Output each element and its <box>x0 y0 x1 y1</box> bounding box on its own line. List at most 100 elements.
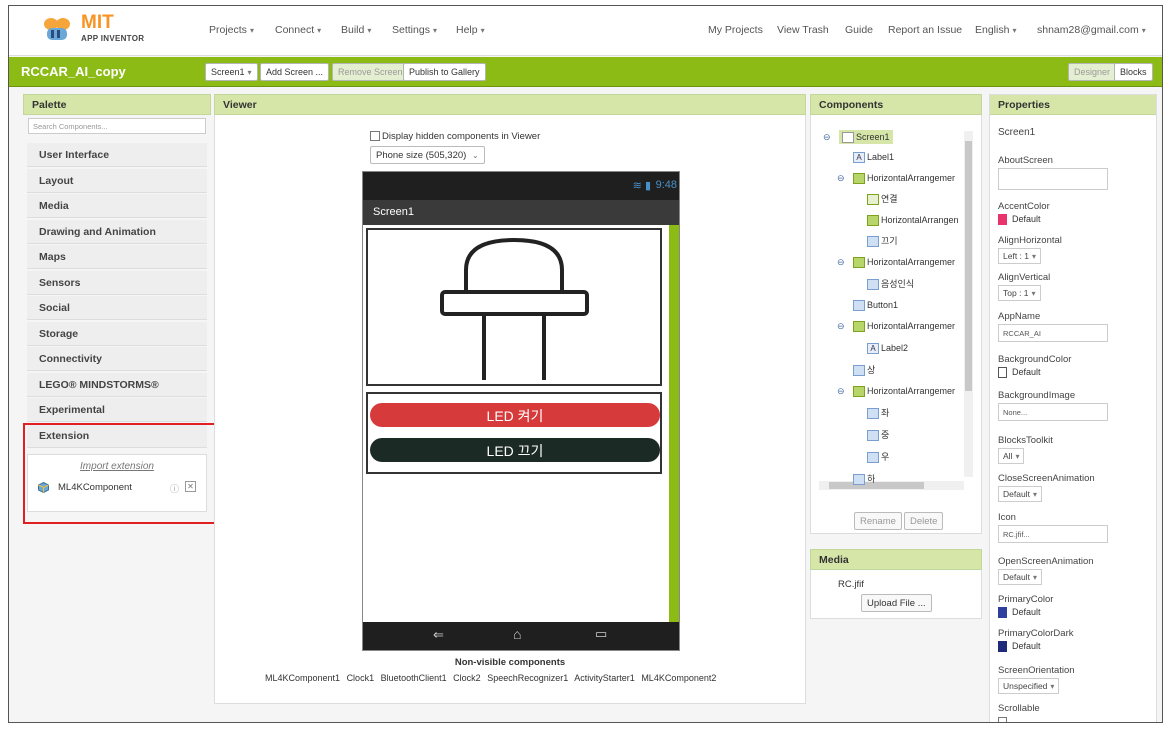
chevron-down-icon: ▾ <box>1050 682 1055 691</box>
palette-category-drawing[interactable]: Drawing and Animation <box>27 220 207 244</box>
palette-category-experimental[interactable]: Experimental <box>27 398 207 422</box>
icon-input[interactable]: RC.jfif... <box>998 525 1108 543</box>
upload-file-button[interactable]: Upload File ... <box>861 594 932 612</box>
nonvisible-item[interactable]: ML4KComponent1 <box>265 673 340 683</box>
scroll-thumb[interactable] <box>829 482 924 489</box>
led-image[interactable] <box>366 228 662 386</box>
tree-ha-inner[interactable]: HorizontalArrangen <box>867 213 959 227</box>
palette-category-lego[interactable]: LEGO® MINDSTORMS® <box>27 373 207 397</box>
media-file[interactable]: RC.jfif <box>838 579 864 590</box>
viewer-title: Viewer <box>214 94 806 115</box>
tree-off[interactable]: 끄기 <box>867 234 898 248</box>
collapse-icon[interactable]: ⊖ <box>837 386 845 397</box>
tree-up[interactable]: 상 <box>853 363 875 377</box>
led-on-button[interactable]: LED 켜기 <box>370 403 660 427</box>
scrollable-checkbox[interactable] <box>998 717 1007 722</box>
align-vertical-select[interactable]: Top : 1 ▾ <box>998 285 1041 301</box>
components-title: Components <box>810 94 982 115</box>
primary-dark-value[interactable]: Default <box>998 641 1041 653</box>
remove-screen-button[interactable]: Remove Screen <box>332 63 409 81</box>
collapse-icon[interactable]: ⊖ <box>823 132 831 143</box>
menu-language[interactable]: English ▾ <box>975 24 1016 36</box>
app-inventor-logo[interactable]: MIT APP INVENTOR <box>39 12 149 50</box>
designer-button[interactable]: Designer <box>1068 63 1117 81</box>
phone-size-select[interactable]: Phone size (505,320) ⌄ <box>370 146 485 164</box>
screen-orientation-select[interactable]: Unspecified ▾ <box>998 678 1060 694</box>
back-icon[interactable]: ⇐ <box>433 627 444 643</box>
palette-category-social[interactable]: Social <box>27 296 207 320</box>
palette-category-layout[interactable]: Layout <box>27 169 207 193</box>
accent-color-value[interactable]: Default <box>998 214 1041 226</box>
menu-build[interactable]: Build ▾ <box>341 24 371 36</box>
align-horizontal-select[interactable]: Left : 1 ▾ <box>998 248 1042 264</box>
components-scrollbar-v[interactable] <box>964 131 973 477</box>
primary-color-value[interactable]: Default <box>998 607 1041 619</box>
add-screen-button[interactable]: Add Screen ... <box>260 63 330 81</box>
tree-down[interactable]: 하 <box>853 472 875 486</box>
menu-connect[interactable]: Connect ▾ <box>275 24 321 36</box>
background-image-input[interactable]: None... <box>998 403 1108 421</box>
tree-button1[interactable]: Button1 <box>853 298 898 312</box>
palette-category-storage[interactable]: Storage <box>27 322 207 346</box>
palette-search-input[interactable]: Search Components... <box>28 118 206 134</box>
home-icon[interactable]: ⌂ <box>513 626 521 642</box>
palette-category-media[interactable]: Media <box>27 194 207 218</box>
link-report-issue[interactable]: Report an Issue <box>888 24 962 36</box>
hidden-components-toggle[interactable]: Display hidden components in Viewer <box>370 131 540 142</box>
tree-label1[interactable]: A Label1 <box>853 150 894 164</box>
tree-screen1[interactable]: Screen1 <box>839 130 893 144</box>
palette-category-maps[interactable]: Maps <box>27 245 207 269</box>
about-screen-textarea[interactable] <box>998 168 1108 190</box>
led-off-button[interactable]: LED 끄기 <box>370 438 660 462</box>
blocks-toolkit-select[interactable]: All ▾ <box>998 448 1025 464</box>
close-animation-select[interactable]: Default ▾ <box>998 486 1042 502</box>
collapse-icon[interactable]: ⊖ <box>837 257 845 268</box>
menu-projects[interactable]: Projects ▾ <box>209 24 254 36</box>
checkbox-icon[interactable] <box>370 131 380 142</box>
brand-subtitle: APP INVENTOR <box>81 34 145 43</box>
app-name-input[interactable]: RCCAR_AI <box>998 324 1108 342</box>
tree-ha3[interactable]: HorizontalArrangemer <box>853 319 955 333</box>
link-my-projects[interactable]: My Projects <box>708 24 763 36</box>
nonvisible-item[interactable]: ActivityStarter1 <box>574 673 635 683</box>
open-animation-select[interactable]: Default ▾ <box>998 569 1042 585</box>
menu-settings[interactable]: Settings ▾ <box>392 24 437 36</box>
scroll-thumb[interactable] <box>965 141 972 391</box>
recents-icon[interactable]: ▭ <box>595 626 607 642</box>
tree-label2[interactable]: A Label2 <box>867 341 908 355</box>
tree-ha1[interactable]: HorizontalArrangemer <box>853 171 955 185</box>
components-scrollbar-h[interactable] <box>819 481 964 490</box>
collapse-icon[interactable]: ⊖ <box>837 173 845 184</box>
nonvisible-item[interactable]: Clock1 <box>347 673 375 683</box>
label-icon: A <box>853 152 865 164</box>
chevron-down-icon: ⌄ <box>471 151 479 160</box>
delete-button[interactable]: Delete <box>904 512 944 530</box>
nonvisible-item[interactable]: Clock2 <box>453 673 481 683</box>
tree-ha4[interactable]: HorizontalArrangemer <box>853 384 955 398</box>
tree-left[interactable]: 좌 <box>867 406 889 420</box>
menu-help[interactable]: Help ▾ <box>456 24 485 36</box>
publish-gallery-button[interactable]: Publish to Gallery <box>403 63 486 81</box>
nonvisible-item[interactable]: SpeechRecognizer1 <box>487 673 568 683</box>
arrangement-icon <box>853 321 865 333</box>
link-guide[interactable]: Guide <box>845 24 873 36</box>
nonvisible-item[interactable]: ML4KComponent2 <box>641 673 716 683</box>
nonvisible-item[interactable]: BluetoothClient1 <box>381 673 447 683</box>
screen-select[interactable]: Screen1 ▾ <box>205 63 258 81</box>
phone-size-label: Phone size (505,320) <box>376 150 467 161</box>
status-bar: ≋ ▮ 9:48 <box>363 172 679 200</box>
collapse-icon[interactable]: ⊖ <box>837 321 845 332</box>
tree-right[interactable]: 우 <box>867 450 889 464</box>
menu-account[interactable]: shnam28@gmail.com ▾ <box>1037 24 1146 36</box>
palette-category-sensors[interactable]: Sensors <box>27 271 207 295</box>
tree-center[interactable]: 중 <box>867 428 889 442</box>
tree-ha2[interactable]: HorizontalArrangemer <box>853 255 955 269</box>
tree-voice[interactable]: 음성인식 <box>867 277 914 291</box>
rename-button[interactable]: Rename <box>854 512 902 530</box>
palette-category-user-interface[interactable]: User Interface <box>27 143 207 167</box>
background-color-value[interactable]: Default <box>998 367 1041 379</box>
blocks-button[interactable]: Blocks <box>1114 63 1153 81</box>
link-view-trash[interactable]: View Trash <box>777 24 829 36</box>
tree-connect[interactable]: 연결 <box>867 192 898 206</box>
palette-category-connectivity[interactable]: Connectivity <box>27 347 207 371</box>
